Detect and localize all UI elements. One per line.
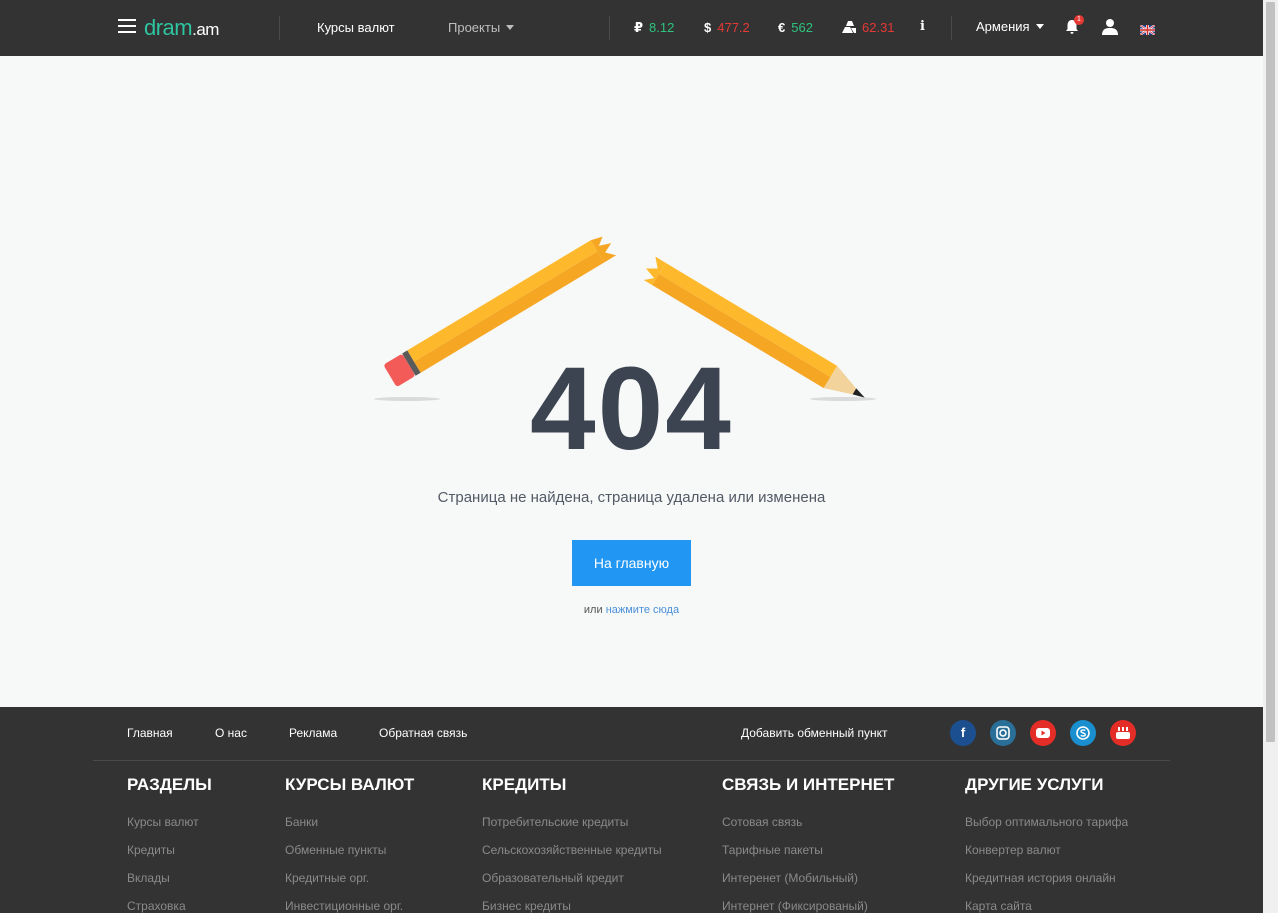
- rate-gold[interactable]: 62.31: [842, 20, 895, 35]
- ruble-icon: ₽: [634, 20, 644, 35]
- top-navbar: dram.am Курсы валют Проекты ₽8.12 $477.2…: [0, 0, 1263, 56]
- error-code: 404: [530, 343, 733, 475]
- notification-badge: 1: [1074, 15, 1084, 25]
- chevron-down-icon: [506, 25, 515, 30]
- rate-rub[interactable]: ₽8.12: [634, 20, 674, 36]
- footer-item[interactable]: Бизнес кредиты: [482, 899, 571, 913]
- nav-exchange-rates[interactable]: Курсы валют: [317, 20, 395, 35]
- footer-link-home[interactable]: Главная: [127, 726, 173, 740]
- gold-bar-icon: [842, 21, 856, 33]
- footer-item[interactable]: Вклады: [127, 871, 170, 885]
- nav-projects-label: Проекты: [448, 20, 501, 35]
- footer-item[interactable]: Кредиты: [127, 843, 175, 857]
- menu-icon[interactable]: [118, 19, 136, 35]
- footer-item[interactable]: Банки: [285, 815, 318, 829]
- scrollbar-thumb[interactable]: [1266, 2, 1275, 742]
- site-logo[interactable]: dram.am: [144, 15, 219, 41]
- rate-value: 8.12: [649, 20, 675, 35]
- footer-link-about[interactable]: О нас: [215, 726, 247, 740]
- divider: [951, 16, 952, 40]
- chevron-down-icon: [1035, 24, 1044, 29]
- footer-item[interactable]: Выбор оптимального тарифа: [965, 815, 1128, 829]
- country-label: Армения: [976, 19, 1030, 34]
- footer-item[interactable]: Страховка: [127, 899, 186, 913]
- bell-icon[interactable]: 1: [1064, 15, 1084, 35]
- footer-item[interactable]: Обменные пункты: [285, 843, 386, 857]
- divider: [609, 16, 610, 40]
- add-exchange-point-link[interactable]: Добавить обменный пункт: [741, 726, 888, 740]
- info-icon[interactable]: i: [920, 19, 925, 34]
- home-button[interactable]: На главную: [572, 540, 691, 586]
- dollar-icon: $: [704, 20, 712, 35]
- nav-projects-dropdown[interactable]: Проекты: [448, 20, 515, 35]
- footer-item[interactable]: Потребительские кредиты: [482, 815, 628, 829]
- youtube-classic-icon[interactable]: [1110, 720, 1136, 746]
- footer-item[interactable]: Образовательный кредит: [482, 871, 624, 885]
- rate-value: 477.2: [717, 20, 750, 35]
- footer-item[interactable]: Кредитные орг.: [285, 871, 369, 885]
- footer-item[interactable]: Сельскохозяйственные кредиты: [482, 843, 662, 857]
- alternative-line: или нажмите сюда: [0, 604, 1263, 616]
- footer-column-title: СВЯЗЬ И ИНТЕРНЕТ: [722, 775, 895, 794]
- footer-item[interactable]: Курсы валют: [127, 815, 199, 829]
- footer-item[interactable]: Инвестиционные орг.: [285, 899, 403, 913]
- youtube-icon[interactable]: [1030, 720, 1056, 746]
- footer-item[interactable]: Карта сайта: [965, 899, 1032, 913]
- uk-flag-icon[interactable]: [1139, 22, 1156, 36]
- footer-item[interactable]: Интернет (Фиксированый): [722, 899, 868, 913]
- footer-item[interactable]: Тарифные пакеты: [722, 843, 823, 857]
- rate-usd[interactable]: $477.2: [704, 20, 750, 35]
- footer-item[interactable]: Интеренет (Мобильный): [722, 871, 858, 885]
- user-icon[interactable]: [1102, 18, 1118, 35]
- euro-icon: €: [778, 20, 786, 35]
- footer-item[interactable]: Сотовая связь: [722, 815, 802, 829]
- footer-divider: [93, 760, 1170, 761]
- footer-column-title: РАЗДЕЛЫ: [127, 775, 212, 794]
- footer-column-title: КУРСЫ ВАЛЮТ: [285, 775, 415, 794]
- footer-link-ads[interactable]: Реклама: [289, 726, 337, 740]
- scrollbar[interactable]: [1263, 0, 1278, 913]
- footer-item[interactable]: Конвертер валют: [965, 843, 1061, 857]
- or-text: или: [583, 604, 603, 616]
- error-message: Страница не найдена, страница удалена ил…: [437, 489, 826, 506]
- facebook-icon[interactable]: f: [950, 720, 976, 746]
- footer-column-title: КРЕДИТЫ: [482, 775, 567, 794]
- rate-eur[interactable]: €562: [778, 20, 813, 35]
- country-selector[interactable]: Армения: [976, 19, 1044, 34]
- rate-value: 62.31: [862, 20, 895, 35]
- footer-column-title: ДРУГИЕ УСЛУГИ: [965, 775, 1104, 794]
- footer-item[interactable]: Кредитная история онлайн: [965, 871, 1116, 885]
- click-here-link[interactable]: нажмите сюда: [606, 604, 679, 616]
- skype-icon[interactable]: [1070, 720, 1096, 746]
- divider: [279, 16, 280, 40]
- rate-value: 562: [791, 20, 813, 35]
- site-footer: Главная О нас Реклама Обратная связь Доб…: [0, 707, 1263, 913]
- footer-link-feedback[interactable]: Обратная связь: [379, 726, 467, 740]
- instagram-icon[interactable]: [990, 720, 1016, 746]
